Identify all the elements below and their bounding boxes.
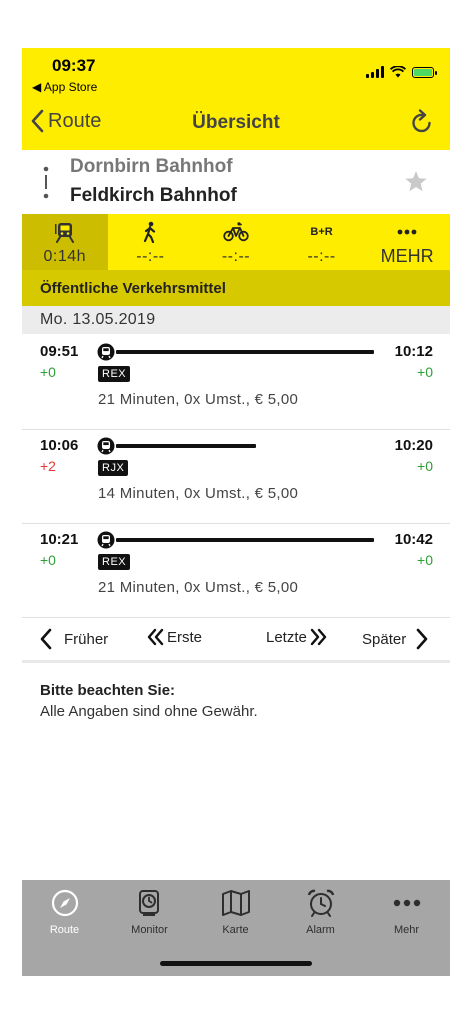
tab-map-label: Karte [222,924,249,936]
arrival-time: 10:20 [394,437,433,454]
departure-time: 09:51 [40,343,79,360]
connection-summary: 21 Minuten, 0x Umst., € 5,00 [98,579,299,596]
notice-title: Bitte beachten Sie: [40,682,176,699]
departure-delay: +0 [40,552,56,568]
monitor-clock-icon [138,890,159,916]
favorite-button[interactable] [404,170,428,198]
train-icon [97,343,115,361]
mode-bike[interactable]: --:-- [193,214,279,270]
last-button[interactable]: Letzte [266,628,327,646]
later-label: Später [362,630,407,648]
header: 09:37 ◀ App Store Route Übersicht [22,48,450,150]
date-label: Mo. 13.05.2019 [40,311,156,328]
train-badge: REX [98,366,131,382]
arrival-delay: +0 [417,552,433,568]
refresh-icon [412,109,431,133]
train-icon [97,531,115,549]
connection-row[interactable]: 09:51 +0 10:12 +0 REX 21 Minuten, 0x Ums… [22,335,450,430]
arrival-time: 10:12 [394,343,433,360]
refresh-button[interactable] [410,109,434,140]
mode-walk[interactable]: --:-- [108,214,194,270]
cellular-signal-icon [366,66,384,78]
back-to-app-store-link[interactable]: ◀ App Store [32,80,97,94]
alarm-clock-icon [307,889,334,917]
mode-public-transport[interactable]: 0:14h [22,214,108,270]
connection-summary: 14 Minuten, 0x Umst., € 5,00 [98,485,299,502]
mode-bike-and-ride-duration: --:-- [307,248,336,265]
app-screen: 09:37 ◀ App Store Route Übersicht Dornbi… [22,48,450,976]
date-header: Mo. 13.05.2019 [22,306,450,334]
to-station[interactable]: Feldkirch Bahnhof [70,185,237,207]
more-dots-icon [393,899,420,907]
journey-duration-bar [116,350,374,354]
walk-icon [144,221,156,243]
tab-route[interactable]: Route [22,888,107,936]
double-chevron-left-icon [147,628,164,646]
tab-alarm[interactable]: Alarm [278,888,363,936]
section-title: Öffentliche Verkehrsmittel [40,280,226,297]
mode-public-transport-duration: 0:14h [43,248,87,265]
status-icons [366,64,437,80]
tab-more-label: Mehr [393,924,420,936]
route-line-icon [43,166,49,199]
notice: Bitte beachten Sie: Alle Angaben sind oh… [40,682,440,720]
mode-walk-duration: --:-- [136,248,165,265]
train-icon [97,437,115,455]
arrival-delay: +0 [417,458,433,474]
compass-icon [51,889,78,917]
departure-time: 10:21 [40,531,79,548]
notice-text: Alle Angaben sind ohne Gewähr. [40,703,258,720]
star-icon [405,171,427,192]
train-badge: RJX [98,460,129,476]
pagination-bar: Früher Erste Letzte Später [22,616,450,663]
wifi-icon [390,66,406,78]
arrival-time: 10:42 [394,531,433,548]
home-indicator [160,961,312,966]
battery-charging-icon [412,66,437,78]
tab-monitor-label: Monitor [131,924,168,936]
double-chevron-right-icon [310,628,327,646]
train-icon [54,223,74,243]
train-badge: REX [98,554,131,570]
connection-row[interactable]: 10:21 +0 10:42 +0 REX 21 Minuten, 0x Ums… [22,523,450,618]
journey-duration-bar [116,538,374,542]
page-title: Übersicht [192,112,280,133]
section-header: Öffentliche Verkehrsmittel [22,270,450,306]
departure-delay: +2 [40,458,56,474]
route-summary: Dornbirn Bahnhof Feldkirch Bahnhof [22,150,450,214]
earlier-label: Früher [64,630,109,648]
departure-time: 10:06 [40,437,79,454]
mode-bike-duration: --:-- [221,248,251,265]
tab-map[interactable]: Karte [193,888,278,936]
from-station[interactable]: Dornbirn Bahnhof [70,156,233,178]
mode-more[interactable]: MEHR [364,214,450,270]
tab-bar: Route Monitor Karte Alarm Mehr [22,880,450,976]
connection-row[interactable]: 10:06 +2 10:20 +0 RJX 14 Minuten, 0x Ums… [22,429,450,524]
map-icon [221,890,250,916]
bike-ride-icon: B+R [310,226,333,238]
connection-summary: 21 Minuten, 0x Umst., € 5,00 [98,391,299,408]
journey-duration-bar [116,444,256,448]
bike-icon [223,222,249,242]
last-label: Letzte [266,628,307,646]
earlier-button[interactable]: Früher [40,628,108,650]
departure-delay: +0 [40,364,56,380]
tab-more[interactable]: Mehr [364,888,449,936]
tab-monitor[interactable]: Monitor [107,888,192,936]
arrival-delay: +0 [417,364,433,380]
chevron-right-icon [416,628,428,650]
first-label: Erste [167,628,203,646]
mode-more-label: MEHR [380,246,434,266]
status-time: 09:37 [52,56,96,75]
first-button[interactable]: Erste [147,628,202,646]
mode-bike-and-ride[interactable]: B+R --:-- [279,214,365,270]
transport-mode-bar: 0:14h --:-- --:-- B+R --:-- MEHR [22,214,450,270]
later-button[interactable]: Später [362,628,428,650]
chevron-left-icon [40,628,52,650]
tab-route-label: Route [49,924,80,936]
more-dots-icon [397,229,417,235]
tab-alarm-label: Alarm [306,924,335,936]
